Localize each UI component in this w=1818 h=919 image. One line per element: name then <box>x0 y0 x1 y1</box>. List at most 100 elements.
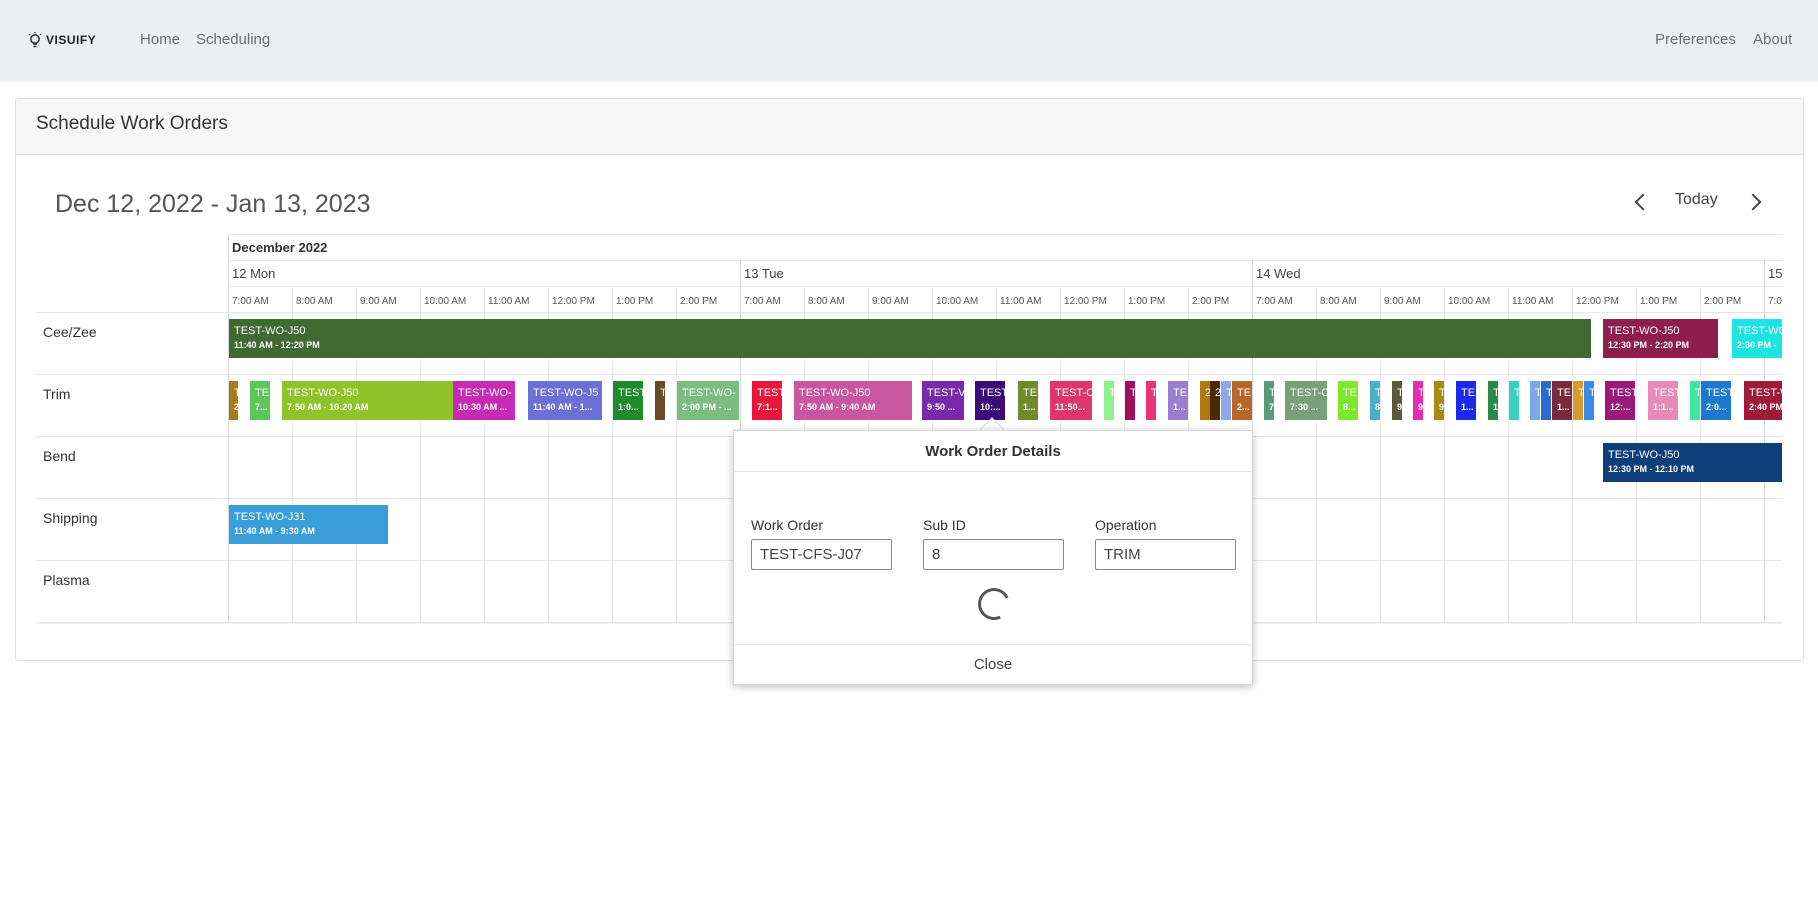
event-title: TEST-C <box>1055 387 1092 399</box>
hour-label: 8:00 AM <box>808 296 845 307</box>
work-order-event[interactable]: T <box>1125 381 1135 420</box>
work-order-event[interactable]: T7 <box>1264 381 1274 420</box>
work-order-field[interactable] <box>751 539 892 570</box>
work-order-event[interactable]: TEST-WO-J50 12:30 PM - 12:10 PM <box>1603 443 1782 482</box>
work-order-event[interactable]: TEST 1:0... <box>613 381 643 420</box>
event-time: 12:... <box>1610 402 1631 412</box>
brand-logo[interactable]: VISUIFY <box>28 32 96 48</box>
work-order-event[interactable]: T8 <box>1370 381 1380 420</box>
page-title: Schedule Work Orders <box>36 113 228 134</box>
work-order-event[interactable]: TEST 10:... <box>975 381 1005 420</box>
nav-scheduling-link[interactable]: Scheduling <box>196 31 270 48</box>
nav-preferences-link[interactable]: Preferences <box>1655 31 1736 48</box>
event-title: TE <box>255 387 270 399</box>
work-order-event[interactable]: TEST-WO- 2:00 PM - ... <box>677 381 739 420</box>
event-title: TE <box>1343 387 1358 399</box>
event-time: 1... <box>1557 402 1570 412</box>
work-order-event[interactable]: TE 7... <box>250 381 270 420</box>
event-title: T <box>1439 387 1444 399</box>
event-time: 1:0... <box>618 402 639 412</box>
nav-about-link[interactable]: About <box>1753 31 1792 48</box>
work-order-event[interactable]: 2 <box>1210 381 1220 420</box>
grid-hline <box>228 286 1782 287</box>
work-order-event[interactable]: TEST-WO- 10:30 AM ... <box>453 381 515 420</box>
event-time: 7:30 ... <box>1290 402 1319 412</box>
nav-home-link[interactable]: Home <box>140 31 180 48</box>
work-order-event[interactable]: T <box>1221 381 1231 420</box>
event-time: 2:0... <box>1706 402 1727 412</box>
work-order-event[interactable]: TE 1... <box>1018 381 1038 420</box>
event-title: TE <box>1023 387 1038 399</box>
work-order-event[interactable]: T2 <box>229 381 238 420</box>
work-order-event[interactable]: TE 2... <box>1232 381 1252 420</box>
event-time: 12:30 PM - 12:10 PM <box>1608 464 1695 474</box>
event-title: TEST-WO-J50 <box>234 325 306 337</box>
work-order-event[interactable]: T <box>1690 381 1700 420</box>
work-order-event[interactable]: T9 <box>1413 381 1423 420</box>
popup-title: Work Order Details <box>925 443 1061 460</box>
work-order-event[interactable]: TE 1... <box>1168 381 1188 420</box>
day-divider <box>1764 260 1765 622</box>
work-order-event[interactable]: TEST-V 9:50 ... <box>922 381 964 420</box>
day-label: 14 Wed <box>1256 266 1301 281</box>
work-order-event[interactable]: TEST 7:1... <box>752 381 782 420</box>
event-title: TEST <box>1653 387 1678 399</box>
work-order-event[interactable]: TEST-WO-J50 7:50 AM - 9:40 AM <box>794 381 912 420</box>
event-time: 1 <box>1493 402 1498 412</box>
work-order-event[interactable]: TEST-WO-J50 11:40 AM - 12:20 PM <box>229 319 1591 358</box>
work-order-event[interactable]: TEST-WO-J50 12:30 PM - 2:20 PM <box>1603 319 1718 358</box>
event-title: TEST-C <box>1290 387 1327 399</box>
work-order-event[interactable]: T <box>1104 381 1114 420</box>
work-order-event[interactable]: TEST 1:1... <box>1648 381 1678 420</box>
work-order-event[interactable]: T9 <box>1392 381 1402 420</box>
work-order-event[interactable]: T1 <box>1488 381 1498 420</box>
work-order-event[interactable]: TE 8... <box>1338 381 1358 420</box>
operation-label: Operation <box>1095 517 1157 533</box>
event-time: 7... <box>255 402 268 412</box>
work-order-event[interactable]: T9 <box>1434 381 1444 420</box>
hour-label: 10:00 AM <box>424 296 467 307</box>
sub-id-field[interactable] <box>923 539 1064 570</box>
close-button[interactable]: Close <box>734 656 1252 673</box>
today-button[interactable]: Today <box>1675 191 1718 209</box>
event-time: 9 <box>1397 402 1402 412</box>
work-order-event[interactable]: TEST-C 11:50... <box>1050 381 1092 420</box>
work-order-event[interactable]: TEST-WO-J31 11:40 AM - 9:30 AM <box>229 505 388 544</box>
work-order-event[interactable]: TEST-W 2:40 PM <box>1744 381 1782 420</box>
work-order-event[interactable]: TEST 2:0... <box>1701 381 1731 420</box>
work-order-event[interactable]: T <box>1509 381 1519 420</box>
event-time: 11:40 AM - 12:20 PM <box>234 340 320 350</box>
work-order-event[interactable]: T <box>1584 381 1594 420</box>
hour-label: 9:00 AM <box>360 296 397 307</box>
hour-label: 1:00 PM <box>616 296 654 307</box>
event-title: T <box>1375 387 1380 399</box>
work-order-event[interactable]: TEST-WO 2:30 PM - <box>1732 319 1782 358</box>
work-order-event[interactable]: T <box>1541 381 1551 420</box>
work-order-event[interactable]: T <box>1146 381 1156 420</box>
operation-field[interactable] <box>1095 539 1236 570</box>
event-time: 1... <box>1173 402 1186 412</box>
work-order-event[interactable]: TEST-C 7:30 ... <box>1285 381 1327 420</box>
event-title: TEST-WO- <box>458 387 512 399</box>
work-order-event[interactable]: T <box>1573 381 1583 420</box>
work-order-event[interactable]: TE 1... <box>1552 381 1572 420</box>
work-order-event[interactable]: TEST-WO-J5 11:40 AM - 1... <box>528 381 602 420</box>
work-order-event[interactable]: TEST 12:... <box>1605 381 1635 420</box>
event-time: 9 <box>1418 402 1423 412</box>
work-order-event[interactable]: TE 1... <box>1456 381 1476 420</box>
work-order-event[interactable]: 2 <box>1200 381 1210 420</box>
event-time: 7:1... <box>757 402 778 412</box>
event-time: 11:40 AM - 9:30 AM <box>234 526 315 536</box>
work-order-event[interactable]: T <box>655 381 665 420</box>
loading-spinner-icon <box>973 583 1015 625</box>
month-label: December 2022 <box>232 240 328 255</box>
event-time: 2:30 PM - <box>1737 340 1777 350</box>
event-time: 11:40 AM - 1... <box>533 402 593 412</box>
event-title: TEST <box>980 387 1005 399</box>
work-order-event[interactable]: T <box>1530 381 1540 420</box>
hour-label: 8:00 AM <box>296 296 333 307</box>
event-title: TEST-V <box>927 387 964 399</box>
event-title: T <box>660 387 665 399</box>
grid-hline <box>228 234 1782 235</box>
hour-label: 7:00 AM <box>232 296 269 307</box>
